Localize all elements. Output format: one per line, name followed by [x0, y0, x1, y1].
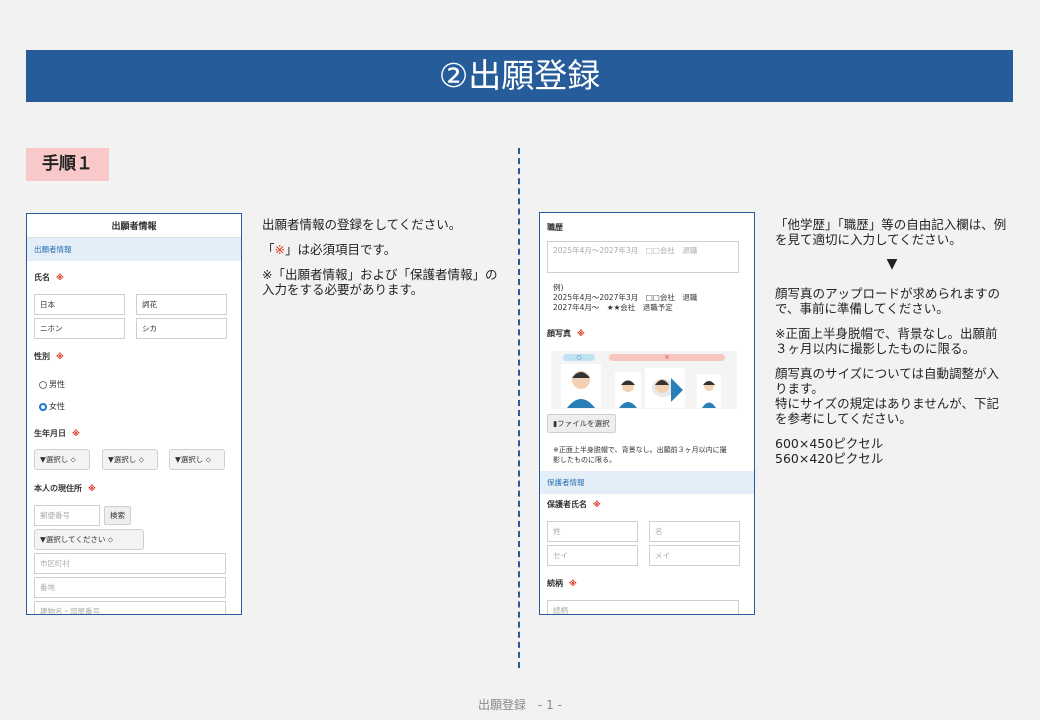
guardian-last-name-input[interactable]: 姓	[547, 521, 638, 542]
page-footer: 出願登録 - 1 -	[478, 698, 562, 712]
radio-off-icon	[39, 380, 47, 389]
right-instructions: 「他学歴」「職歴」等の自由記入欄は、例を見て適切に入力してください。 ▼ 顔写真…	[775, 217, 1009, 476]
page-title: ②出願登録	[438, 56, 601, 95]
gender-radio-male[interactable]: 男性	[39, 379, 65, 390]
instruction-free-text: 「他学歴」「職歴」等の自由記入欄は、例を見て適切に入力してください。	[775, 217, 1007, 247]
section-guardian-info: 保護者情報	[540, 471, 754, 494]
ng-marker: ×	[609, 354, 725, 361]
instruction-3: ※「出願者情報」および「保護者情報」の入力をする必要があります。	[262, 267, 498, 297]
address-label: 本人の現住所 ※	[34, 484, 96, 493]
building-input[interactable]: 建物名・部屋番号	[34, 601, 226, 614]
birth-year-select[interactable]: ▼選択し ⬦	[34, 449, 90, 470]
photo-examples: ○ ×	[551, 351, 737, 409]
postal-code-input[interactable]: 郵便番号	[34, 505, 100, 526]
birth-month-select[interactable]: ▼選択し ⬦	[102, 449, 158, 470]
street-input[interactable]: 番地	[34, 577, 226, 598]
photo-size-examples: 600×450ピクセル 560×420ピクセル	[775, 436, 884, 466]
guardian-first-kana-input[interactable]: メイ	[649, 545, 740, 566]
down-arrow-icon: ▼	[886, 256, 898, 272]
career-textarea[interactable]: 2025年4月～2027年3月 □□会社 退職	[547, 241, 739, 273]
required-mark: ※	[72, 429, 80, 438]
applicant-form-screenshot: 出願者情報 出願者情報 氏名 ※ 日本 詞花 ニホン シカ 性別 ※ 男性 女性 生…	[26, 213, 242, 615]
radio-on-icon	[39, 402, 47, 411]
step-badge: 手順１	[26, 148, 109, 181]
last-name-field[interactable]: 日本	[34, 294, 125, 315]
instruction-photo-size: 顔写真のサイズについては自動調整が入ります。 特にサイズの規定はありませんが、下…	[775, 366, 1000, 426]
prefecture-select[interactable]: ▼選択してください ⬦	[34, 529, 144, 550]
required-mark: ※	[56, 273, 64, 282]
postal-search-button[interactable]: 検索	[104, 506, 131, 525]
required-mark: ※	[577, 329, 585, 338]
photo-note: ※正面上半身脱帽で、背景なし。出願前３ヶ月以内に撮影したものに限る。	[553, 446, 727, 464]
instruction-photo-rule: ※正面上半身脱帽で、背景なし。出願前３ヶ月以内に撮影したものに限る。	[775, 326, 998, 356]
birth-day-select[interactable]: ▼選択し ⬦	[169, 449, 225, 470]
ok-marker: ○	[563, 354, 595, 361]
gender-radio-female[interactable]: 女性	[39, 401, 65, 412]
page-title-banner: ②出願登録	[26, 50, 1013, 102]
required-mark: ※	[274, 242, 285, 257]
required-mark: ※	[56, 352, 64, 361]
instruction-2: 「※」は必須項目です。	[262, 242, 397, 257]
required-mark: ※	[569, 579, 577, 588]
guardian-name-label: 保護者氏名 ※	[547, 500, 601, 509]
instruction-1: 出願者情報の登録をしてください。	[262, 217, 462, 232]
instruction-photo: 顔写真のアップロードが求められますので、事前に準備してください。	[775, 286, 1001, 316]
required-mark: ※	[593, 500, 601, 509]
birthdate-label: 生年月日 ※	[34, 429, 80, 438]
column-divider	[518, 148, 520, 668]
relation-input[interactable]: 続柄	[547, 600, 739, 614]
career-photo-screenshot: 職歴 2025年4月～2027年3月 □□会社 退職 例) 2025年4月～20…	[539, 212, 755, 615]
file-select-button[interactable]: ▮ファイルを選択	[547, 414, 616, 433]
guardian-first-name-input[interactable]: 名	[649, 521, 740, 542]
photo-samples-illustration	[561, 364, 721, 408]
left-instructions: 出願者情報の登録をしてください。 「※」は必須項目です。 ※「出願者情報」および…	[262, 217, 498, 307]
gender-label: 性別 ※	[34, 352, 64, 361]
first-name-field[interactable]: 詞花	[136, 294, 227, 315]
name-label: 氏名 ※	[34, 273, 64, 282]
career-label: 職歴	[547, 223, 563, 232]
section-applicant-info: 出願者情報	[27, 238, 241, 261]
career-example: 例) 2025年4月～2027年3月 □□会社 退職 2027年4月～ ★★会社…	[553, 283, 698, 312]
photo-label: 顔写真 ※	[547, 329, 585, 338]
required-mark: ※	[88, 484, 96, 493]
city-input[interactable]: 市区町村	[34, 553, 226, 574]
form-header: 出願者情報	[27, 214, 241, 238]
guardian-last-kana-input[interactable]: セイ	[547, 545, 638, 566]
relation-label: 続柄 ※	[547, 579, 577, 588]
first-name-kana-field[interactable]: シカ	[136, 318, 227, 339]
last-name-kana-field[interactable]: ニホン	[34, 318, 125, 339]
